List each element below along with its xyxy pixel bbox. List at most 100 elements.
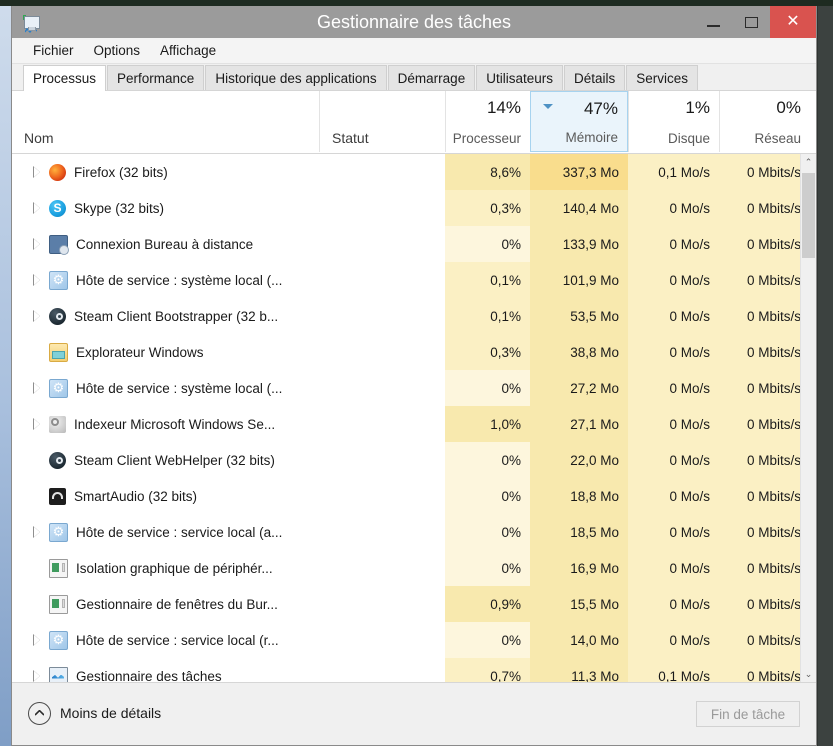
column-label-status: Statut: [332, 130, 369, 146]
process-name: Hôte de service : service local (r...: [76, 632, 279, 648]
process-cpu-cell: 0%: [445, 514, 530, 550]
process-status-cell: [319, 154, 445, 190]
process-disk-cell: 0 Mo/s: [628, 190, 719, 226]
minimize-button[interactable]: [694, 6, 732, 38]
table-row[interactable]: Hôte de service : système local (... 0%27…: [12, 370, 810, 406]
process-mem-cell: 38,8 Mo: [530, 334, 628, 370]
tab-processus[interactable]: Processus: [23, 65, 107, 91]
table-row[interactable]: Steam Client WebHelper (32 bits) 0% 22,0 M…: [12, 442, 810, 478]
process-status-cell: [319, 622, 445, 658]
process-name-cell: Hôte de service : service local (a...: [12, 514, 319, 550]
expand-arrow-icon[interactable]: [32, 201, 43, 214]
process-cpu-cell: 0%: [445, 226, 530, 262]
vertical-scrollbar[interactable]: ⌃ ⌄: [800, 154, 816, 682]
process-name: Hôte de service : service local (a...: [76, 524, 283, 540]
process-name: Firefox (32 bits): [74, 164, 168, 180]
tab-services[interactable]: Services: [626, 65, 699, 90]
process-mem-cell: 53,5 Mo: [530, 298, 628, 334]
column-header-mem[interactable]: 47% Mémoire: [530, 91, 628, 152]
table-row[interactable]: Gestionnaire des tâches 0,7% 11,3 Mo 0,1 Mo…: [12, 658, 810, 682]
tab-performance[interactable]: Performance: [107, 65, 205, 90]
column-header-name[interactable]: Nom: [12, 91, 319, 152]
process-net-cell: 0 Mbits/s: [719, 154, 810, 190]
tab-strip: Processus Performance Historique des appli…: [12, 64, 816, 91]
service-host-icon: [49, 270, 68, 290]
process-net-cell: 0 Mbits/s: [719, 442, 810, 478]
scroll-down-button[interactable]: ⌄: [801, 666, 816, 682]
table-row[interactable]: Isolation graphique de périphér... 0% 16,9…: [12, 550, 810, 586]
process-mem-cell: 27,2 Mo: [530, 370, 628, 406]
process-name: Steam Client Bootstrapper (32 b...: [74, 308, 279, 324]
expand-arrow-icon[interactable]: [32, 273, 43, 286]
process-net-cell: 0 Mbits/s: [719, 622, 810, 658]
maximize-icon: [744, 16, 758, 28]
table-row[interactable]: Skype (32 bits) 0,3%140,4 Mo0 Mo/s0 Mbits…: [12, 190, 810, 226]
process-status-cell: [319, 262, 445, 298]
process-name: Explorateur Windows: [76, 344, 204, 360]
table-row[interactable]: Indexeur Microsoft Windows Se... 1,0% 27,1…: [12, 406, 810, 442]
table-row[interactable]: Firefox (32 bits) 8,6% 337,3 Mo 0,1 Mo/s 0 M…: [12, 154, 810, 190]
expander-placeholder: [32, 491, 43, 502]
explorer-icon: [49, 342, 68, 362]
process-cpu-cell: 8,6%: [445, 154, 530, 190]
close-icon: ✕: [786, 13, 800, 30]
table-row[interactable]: Hôte de service : système local (... 0,1%…: [12, 262, 810, 298]
process-name-cell: Firefox (32 bits): [12, 154, 319, 190]
menu-item-fichier[interactable]: Fichier: [24, 41, 83, 60]
expand-arrow-icon[interactable]: [32, 525, 43, 538]
less-details-button[interactable]: Moins de détails: [28, 701, 162, 725]
process-name-cell: Explorateur Windows: [12, 334, 319, 370]
process-status-cell: [319, 370, 445, 406]
tab-d-marrage[interactable]: Démarrage: [387, 65, 476, 90]
process-disk-cell: 0,1 Mo/s: [628, 154, 719, 190]
less-details-label: Moins de détails: [60, 705, 162, 721]
table-row[interactable]: Hôte de service : service local (r... 0%1…: [12, 622, 810, 658]
process-disk-cell: 0 Mo/s: [628, 262, 719, 298]
process-name-cell: Connexion Bureau à distance: [12, 226, 319, 262]
process-mem-cell: 101,9 Mo: [530, 262, 628, 298]
expand-arrow-icon[interactable]: [32, 381, 43, 394]
process-disk-cell: 0,1 Mo/s: [628, 658, 719, 682]
expand-arrow-icon[interactable]: [32, 669, 43, 682]
end-task-button[interactable]: Fin de tâche: [696, 701, 800, 727]
process-name-cell: Skype (32 bits): [12, 190, 319, 226]
expand-arrow-icon[interactable]: [32, 165, 43, 178]
column-header-disk[interactable]: 1% Disque: [628, 91, 719, 152]
tab-d-tails[interactable]: Détails: [563, 65, 626, 90]
column-usage-mem: 47%: [583, 99, 618, 118]
expand-arrow-icon[interactable]: [32, 309, 43, 322]
tab-historique-des-applications[interactable]: Historique des applications: [205, 65, 387, 90]
expand-arrow-icon[interactable]: [32, 417, 43, 430]
column-header-status[interactable]: Statut: [319, 91, 445, 152]
desktop-right-edge: [818, 0, 833, 746]
process-name-cell: Isolation graphique de périphér...: [12, 550, 319, 586]
close-button[interactable]: ✕: [770, 6, 816, 38]
process-name: Gestionnaire de fenêtres du Bur...: [76, 596, 278, 612]
expand-arrow-icon[interactable]: [32, 633, 43, 646]
process-cpu-cell: 0,9%: [445, 586, 530, 622]
table-row[interactable]: Gestionnaire de fenêtres du Bur... 0,9% 15…: [12, 586, 810, 622]
task-manager-icon: [22, 14, 40, 34]
remote-desktop-icon: [49, 234, 69, 255]
table-row[interactable]: Explorateur Windows 0,3% 38,8 Mo 0 Mo/s 0 Mb…: [12, 334, 810, 370]
scroll-up-button[interactable]: ⌃: [801, 154, 816, 171]
process-name-cell: Steam Client Bootstrapper (32 b...: [12, 298, 319, 334]
menu-item-affichage[interactable]: Affichage: [151, 41, 225, 60]
process-name: Connexion Bureau à distance: [76, 236, 254, 252]
table-row[interactable]: Hôte de service : service local (a... 0%1…: [12, 514, 810, 550]
tab-utilisateurs[interactable]: Utilisateurs: [476, 65, 563, 90]
table-row[interactable]: SmartAudio (32 bits) 0% 18,8 Mo 0 Mo/s 0 Mbi…: [12, 478, 810, 514]
scrollbar-thumb[interactable]: [802, 173, 815, 258]
table-row[interactable]: Steam Client Bootstrapper (32 b... 0,1% 53…: [12, 298, 810, 334]
table-row[interactable]: Connexion Bureau à distance 0% 133,9 Mo 0 M…: [12, 226, 810, 262]
process-name: Isolation graphique de périphér...: [76, 560, 273, 576]
title-bar[interactable]: Gestionnaire des tâches ✕: [12, 6, 816, 38]
minimize-icon: [706, 25, 720, 27]
expand-arrow-icon[interactable]: [32, 237, 43, 250]
process-name-cell: Hôte de service : système local (...: [12, 370, 319, 406]
process-name-cell: Gestionnaire des tâches: [12, 658, 319, 682]
column-header-cpu[interactable]: 14% Processeur: [445, 91, 530, 152]
column-header-net[interactable]: 0% Réseau: [719, 91, 810, 152]
maximize-button[interactable]: [732, 6, 770, 38]
menu-item-options[interactable]: Options: [85, 41, 150, 60]
